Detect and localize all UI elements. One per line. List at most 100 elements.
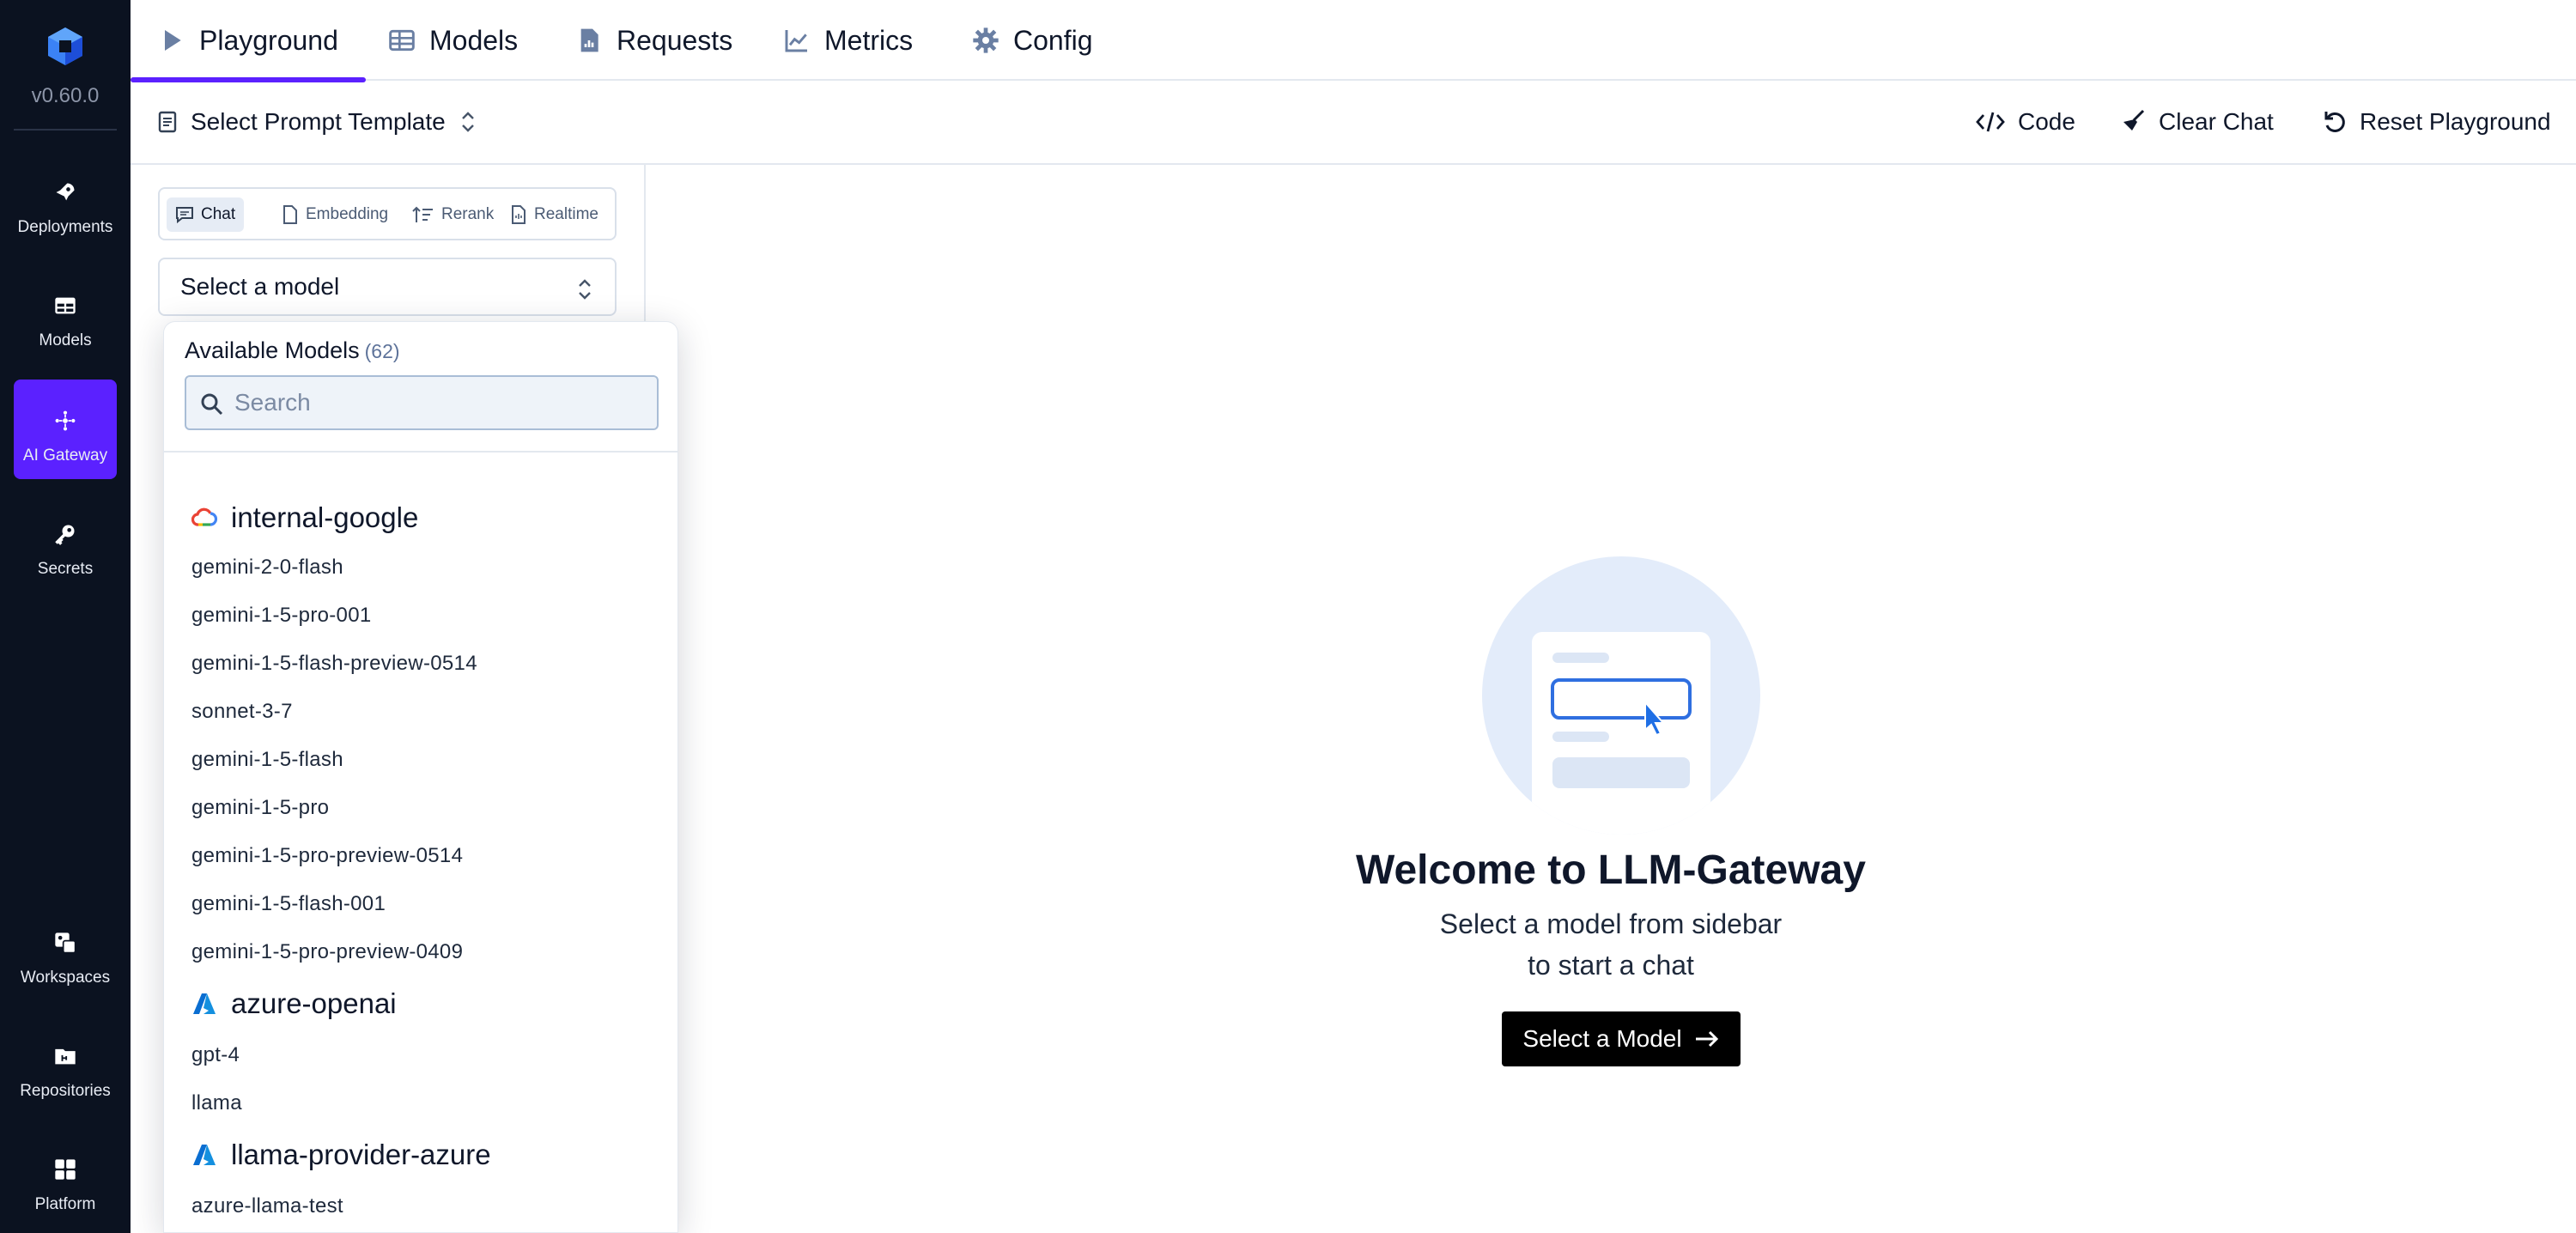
key-icon [55,525,75,545]
mode-tabs: Chat Embedding Rerank Realtime [158,187,617,240]
search-icon [201,393,223,416]
document-icon [283,205,297,224]
chat-icon [176,207,193,224]
audio-file-icon [512,205,526,224]
model-option[interactable]: azure-llama-test [191,1194,343,1218]
tab-label: Requests [617,24,733,56]
welcome-subtitle: Select a model from sidebar to start a c… [646,903,2576,986]
mode-tab-chat[interactable]: Chat [167,197,245,232]
code-button[interactable]: Code [1975,81,2075,163]
select-model-label: Select a Model [1522,1025,1682,1052]
reset-playground-label: Reset Playground [2360,108,2551,135]
code-label: Code [2018,108,2075,135]
sidebar-item-models[interactable]: Models [14,264,117,364]
provider-group-header: internal-google [191,497,418,538]
mode-tab-label: Chat [201,205,236,223]
model-dropdown: Available Models(62) internal-google gem… [163,321,678,1233]
welcome-illustration [1482,556,1760,835]
welcome-title: Welcome to LLM-Gateway [1356,847,1866,893]
tab-config[interactable]: Config [972,0,1093,81]
dropdown-divider [164,451,677,453]
model-option[interactable]: gemini-1-5-flash-001 [191,892,386,916]
clear-chat-label: Clear Chat [2159,108,2274,135]
line-chart-icon [785,30,807,52]
prompt-template-label: Select Prompt Template [191,108,446,135]
playground-toolbar: Select Prompt Template Code Clear Chat R… [131,81,2576,165]
sidebar-item-label: Platform [34,1195,96,1213]
tab-metrics[interactable]: Metrics [783,0,913,81]
top-nav: Playground Models Requests Metrics Confi… [131,0,2576,82]
sort-icon [412,206,433,222]
model-select-value: Select a model [180,273,340,300]
sidebar-item-label: AI Gateway [22,446,108,465]
model-option[interactable]: gemini-1-5-pro [191,796,329,820]
sidebar-item-label: Models [39,331,92,349]
reset-playground-button[interactable]: Reset Playground [2322,81,2551,163]
model-option[interactable]: gemini-1-5-pro-preview-0409 [191,940,463,964]
tab-label: Playground [199,24,338,56]
provider-group-header: llama-provider-azure [191,1134,491,1175]
tab-requests[interactable]: Requests [575,0,732,81]
sidebar-item-label: Workspaces [20,969,111,987]
clear-chat-button[interactable]: Clear Chat [2121,81,2274,163]
sidebar-item-repositories[interactable]: Repositories [14,1015,117,1115]
workspaces-icon [55,932,76,954]
document-chart-icon [580,28,598,52]
mode-tab-label: Rerank [441,205,495,223]
left-sidebar: v0.60.0 Deployments Models AI Gateway Se… [0,0,131,1233]
rocket-icon [56,183,75,201]
chevron-up-down-icon [461,112,474,132]
platform-icon [55,1159,76,1180]
model-option[interactable]: gemini-1-5-pro-001 [191,604,372,628]
sidebar-item-workspaces[interactable]: Workspaces [14,902,117,1001]
sidebar-item-secrets[interactable]: Secrets [14,493,117,592]
broom-icon [2123,109,2145,131]
tab-label: Models [429,24,519,56]
app-logo-icon[interactable] [45,26,86,67]
prompt-template-select[interactable]: Select Prompt Template [158,81,477,163]
search-input[interactable] [234,384,647,422]
grid-icon [55,297,76,314]
sidebar-item-deployments[interactable]: Deployments [14,151,117,251]
sidebar-item-label: Secrets [37,560,94,578]
model-option[interactable]: gemini-2-0-flash [191,556,343,580]
table-icon [389,29,415,52]
mode-tab-realtime[interactable]: Realtime [501,197,607,232]
folder-icon [55,1048,76,1065]
mode-tab-label: Realtime [534,205,598,223]
dropdown-title: Available Models [185,337,360,363]
gear-icon [973,27,999,53]
tab-models[interactable]: Models [388,0,518,81]
model-search [185,375,659,430]
gateway-icon [55,410,76,431]
select-model-button[interactable]: Select a Model [1502,1011,1741,1066]
dropdown-header: Available Models (62) [185,337,400,364]
model-option[interactable]: sonnet-3-7 [191,700,293,724]
tab-label: Metrics [824,24,914,56]
azure-icon [193,993,216,1014]
azure-icon [193,1145,216,1165]
tab-label: Config [1013,24,1093,56]
welcome-line-2: to start a chat [1528,950,1694,981]
code-icon [1976,112,2005,132]
model-option[interactable]: gemini-1-5-flash [191,748,343,772]
provider-name: internal-google [231,501,419,533]
tab-playground[interactable]: Playground [131,0,366,82]
model-option[interactable]: llama [191,1091,242,1115]
mode-tab-label: Embedding [306,205,389,223]
model-option[interactable]: gemini-1-5-pro-preview-0514 [191,844,463,868]
model-option[interactable]: gemini-1-5-flash-preview-0514 [191,652,477,676]
welcome-line-1: Select a model from sidebar [1439,908,1783,939]
mode-tab-rerank[interactable]: Rerank [404,197,502,232]
arrow-right-icon [1695,1030,1718,1048]
sidebar-item-ai-gateway[interactable]: AI Gateway [14,380,117,479]
mode-tab-embedding[interactable]: Embedding [273,197,397,232]
chevron-up-down-icon [579,279,591,300]
model-count: (62) [364,340,400,362]
model-select[interactable]: Select a model [158,258,617,316]
sidebar-item-platform[interactable]: Platform [14,1128,117,1228]
provider-group-header: azure-openai [191,983,397,1024]
reset-icon [2324,112,2345,132]
model-option[interactable]: gpt-4 [191,1043,240,1067]
play-icon [165,30,181,51]
